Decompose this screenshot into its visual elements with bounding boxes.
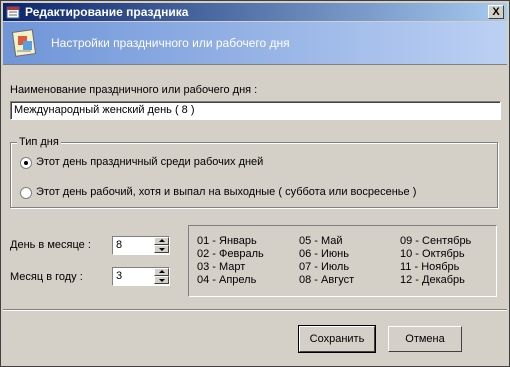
note-icon xyxy=(11,29,37,57)
month-item: 09 - Сентябрь xyxy=(400,235,472,247)
arrow-down-icon xyxy=(159,248,165,251)
month-item: 07 - Июль xyxy=(299,261,350,273)
header-title: Настройки праздничного или рабочего дня xyxy=(51,36,290,50)
arrow-up-icon xyxy=(159,270,165,273)
month-item: 03 - Март xyxy=(197,261,246,273)
month-item: 01 - Январь xyxy=(197,235,257,247)
arrow-up-icon xyxy=(159,239,165,242)
month-stepper[interactable]: 3 xyxy=(112,267,170,286)
close-button[interactable]: X xyxy=(488,5,504,19)
radio-workday[interactable] xyxy=(20,187,32,199)
cancel-button[interactable]: Отмена xyxy=(388,326,462,352)
month-down-button[interactable] xyxy=(154,276,169,284)
day-type-legend: Тип дня xyxy=(17,136,61,148)
month-item: 10 - Октябрь xyxy=(400,248,465,260)
radio-selected-dot xyxy=(24,161,28,165)
month-label: Месяц в году : xyxy=(10,271,83,283)
radio-holiday-label[interactable]: Этот день праздничный среди рабочих дней xyxy=(36,156,263,168)
month-item: 02 - Февраль xyxy=(197,248,264,260)
save-button[interactable]: Сохранить xyxy=(298,325,376,353)
day-label: День в месяце : xyxy=(10,239,91,251)
dialog-window: Редактирование праздника X Настройки пра… xyxy=(0,0,510,367)
radio-holiday[interactable] xyxy=(20,157,32,169)
month-item: 04 - Апрель xyxy=(197,274,257,286)
month-value[interactable]: 3 xyxy=(116,270,122,282)
day-value[interactable]: 8 xyxy=(116,239,122,251)
month-item: 11 - Ноябрь xyxy=(400,261,460,273)
day-up-button[interactable] xyxy=(154,237,169,245)
day-type-group: Тип дня Этот день праздничный среди рабо… xyxy=(10,136,498,208)
window-title: Редактирование праздника xyxy=(25,5,189,19)
month-up-button[interactable] xyxy=(154,268,169,276)
separator xyxy=(3,309,507,311)
month-item: 12 - Декабрь xyxy=(400,274,465,286)
month-item: 06 - Июнь xyxy=(299,248,349,260)
month-item: 08 - Август xyxy=(299,274,355,286)
day-stepper[interactable]: 8 xyxy=(112,236,170,255)
radio-workday-label[interactable]: Этот день рабочий, хотя и выпал на выход… xyxy=(36,186,416,198)
holiday-name-input[interactable]: Международный женский день ( 8 ) xyxy=(10,101,501,120)
arrow-down-icon xyxy=(159,279,165,282)
title-bar[interactable]: Редактирование праздника X xyxy=(3,3,507,21)
month-reference-panel: 01 - Январь 02 - Февраль 03 - Март 04 - … xyxy=(188,225,497,297)
calendar-icon xyxy=(6,6,20,19)
header-banner: Настройки праздничного или рабочего дня xyxy=(3,22,507,65)
name-label: Наименование праздничного или рабочего д… xyxy=(10,84,258,96)
month-item: 05 - Май xyxy=(299,235,343,247)
close-icon: X xyxy=(492,6,500,18)
day-down-button[interactable] xyxy=(154,245,169,253)
